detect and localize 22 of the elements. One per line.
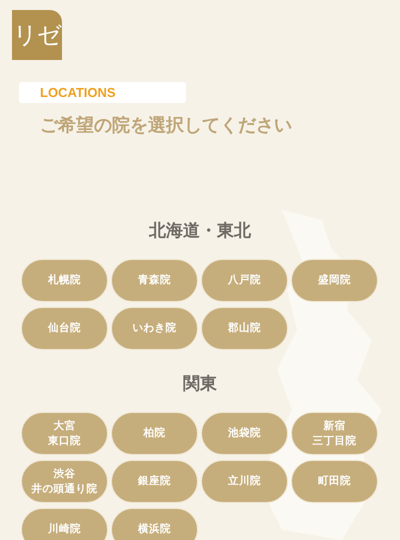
clinic-button[interactable]: 柏院 bbox=[111, 412, 198, 455]
region-heading: 関東 bbox=[182, 373, 218, 396]
page-title: ご希望の院を選択してください bbox=[40, 114, 293, 138]
section-label: LOCATIONS bbox=[19, 82, 186, 103]
clinic-button[interactable]: 池袋院 bbox=[201, 412, 288, 455]
logo[interactable]: リゼ bbox=[12, 10, 62, 60]
clinic-button[interactable]: 川崎院 bbox=[21, 508, 108, 540]
clinic-button[interactable]: 銀座院 bbox=[111, 460, 198, 503]
clinic-button[interactable]: 横浜院 bbox=[111, 508, 198, 540]
region-heading: 北海道・東北 bbox=[148, 220, 252, 243]
clinic-button[interactable]: いわき院 bbox=[111, 307, 198, 350]
clinic-button[interactable]: 青森院 bbox=[111, 259, 198, 302]
clinic-button[interactable]: 八戸院 bbox=[201, 259, 288, 302]
clinic-button[interactable]: 盛岡院 bbox=[291, 259, 378, 302]
clinic-button[interactable]: 新宿 三丁目院 bbox=[291, 412, 378, 455]
clinic-button[interactable]: 立川院 bbox=[201, 460, 288, 503]
clinic-button[interactable]: 渋谷 井の頭通り院 bbox=[21, 460, 108, 503]
clinic-button[interactable]: 町田院 bbox=[291, 460, 378, 503]
clinic-button[interactable]: 大宮 東口院 bbox=[21, 412, 108, 455]
clinic-button[interactable]: 仙台院 bbox=[21, 307, 108, 350]
clinic-button[interactable]: 札幌院 bbox=[21, 259, 108, 302]
clinic-button[interactable]: 郡山院 bbox=[201, 307, 288, 350]
